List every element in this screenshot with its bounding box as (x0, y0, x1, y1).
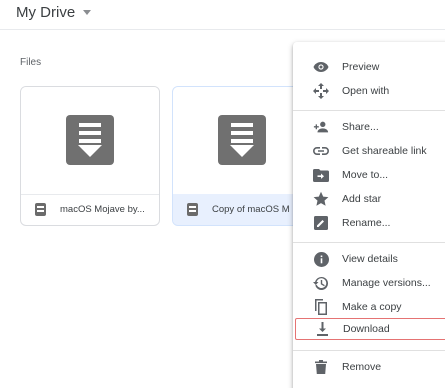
link-icon (313, 143, 329, 159)
menu-item-label: Add star (342, 193, 382, 205)
star-icon (313, 191, 329, 207)
menu-item-label: Manage versions... (342, 277, 431, 289)
history-icon (313, 275, 329, 291)
header: My Drive (0, 0, 445, 30)
menu-divider (293, 242, 445, 243)
menu-item-label: Share... (342, 121, 379, 133)
menu-item-label: Rename... (342, 217, 391, 229)
menu-item-label: Remove (342, 361, 382, 373)
menu-item-make-copy[interactable]: Make a copy (293, 296, 445, 318)
menu-item-move-to[interactable]: Move to... (293, 164, 445, 186)
menu-item-view-details[interactable]: View details (293, 248, 445, 270)
file-name-row: Copy of macOS M (173, 194, 311, 225)
menu-item-manage-versions[interactable]: Manage versions... (293, 272, 445, 294)
file-thumbnail (173, 87, 311, 195)
menu-item-open-with[interactable]: Open with (293, 80, 445, 102)
file-name-row: macOS Mojave by... (21, 194, 159, 225)
menu-item-preview[interactable]: Preview (293, 56, 445, 78)
menu-divider (293, 110, 445, 111)
add-person-icon (313, 119, 329, 135)
move-to-folder-icon (313, 167, 329, 183)
file-type-icon (35, 203, 46, 216)
caret-down-icon (83, 10, 92, 15)
menu-item-add-star[interactable]: Add star (293, 188, 445, 210)
download-file-icon (66, 115, 114, 165)
menu-item-rename[interactable]: Rename... (293, 212, 445, 234)
eye-icon (313, 59, 329, 75)
menu-item-label: Make a copy (342, 301, 402, 313)
menu-item-remove[interactable]: Remove (293, 356, 445, 378)
rename-icon (313, 215, 329, 231)
copy-icon (313, 299, 329, 315)
files-section-label: Files (20, 57, 42, 68)
open-with-icon (313, 83, 329, 99)
trash-icon (313, 359, 329, 375)
download-file-icon (218, 115, 266, 165)
file-name: macOS Mojave by... (60, 204, 145, 215)
info-icon (313, 251, 329, 267)
menu-item-download[interactable]: Download (295, 318, 445, 340)
menu-item-label: View details (342, 253, 398, 265)
menu-item-label: Download (343, 323, 390, 335)
menu-item-label: Preview (342, 61, 380, 73)
my-drive-dropdown[interactable]: My Drive (16, 4, 92, 21)
file-card-selected[interactable]: Copy of macOS M (172, 86, 312, 226)
menu-divider (293, 350, 445, 351)
download-icon (314, 321, 330, 337)
page-title: My Drive (16, 4, 76, 21)
context-menu: Preview Open with Share... Get shareable… (293, 42, 445, 388)
file-type-icon (187, 203, 198, 216)
menu-item-share[interactable]: Share... (293, 116, 445, 138)
file-name: Copy of macOS M (212, 204, 290, 215)
menu-item-label: Move to... (342, 169, 389, 181)
menu-item-label: Get shareable link (342, 145, 427, 157)
menu-item-get-link[interactable]: Get shareable link (293, 140, 445, 162)
menu-item-label: Open with (342, 85, 390, 97)
file-card[interactable]: macOS Mojave by... (20, 86, 160, 226)
file-thumbnail (21, 87, 159, 195)
